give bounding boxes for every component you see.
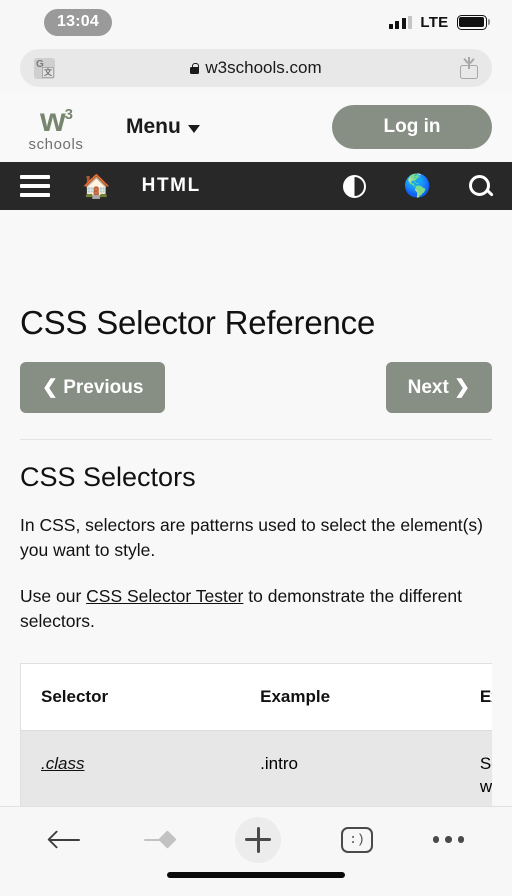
nav-right-group: 🌎 [342,174,492,198]
selector-link[interactable]: .class [41,754,84,773]
status-time: 13:04 [44,8,112,36]
table-head: Selector Example Example description [20,663,492,731]
status-bar: 13:04 LTE [0,0,512,44]
home-indicator [0,872,512,896]
cell-description: Selects all elements with class="intro" [479,754,492,797]
css-selector-tester-link[interactable]: CSS Selector Tester [86,586,243,606]
table-header-row: Selector Example Example description [20,663,492,731]
next-button[interactable]: Next ❯ [385,362,492,413]
menu-label: Menu [126,115,181,138]
page-title: CSS Selector Reference [20,304,376,341]
back-arrow-icon[interactable] [47,828,82,852]
battery-icon [456,14,490,30]
nav-left-group: 🏠 HTML [20,174,201,198]
tabs-button[interactable]: :) [340,826,373,853]
status-indicators: LTE [388,13,490,31]
main-content: CSS Selector Reference ❮ Previous Next ❯… [0,282,512,806]
logo-superscript: 3 [64,105,73,123]
paragraph-tester-before: Use our [20,585,87,606]
network-type-label: LTE [420,13,449,31]
new-tab-button[interactable] [235,816,282,863]
cell-selector: .class [21,731,241,806]
pager-buttons: ❮ Previous Next ❯ [20,362,492,413]
column-header-description: Example description [479,686,492,706]
forward-arrow-icon [142,828,177,852]
site-header: w3 schools Menu Log in [0,92,512,162]
column-header-selector: Selector [41,686,109,706]
paragraph-tester: Use our CSS Selector Tester to demonstra… [20,584,492,635]
globe-icon[interactable]: 🌎 [404,175,431,197]
share-icon[interactable] [460,57,478,79]
login-button[interactable]: Log in [332,105,492,149]
cell-example: .intro [260,754,298,774]
menu-button[interactable]: Menu [126,115,200,139]
web-page-content: w3 schools Menu Log in 🏠 HTML 🌎 CSS Sele… [0,92,512,806]
contrast-icon[interactable] [342,174,366,198]
column-header-example: Example [260,686,331,706]
logo-mark: w3 [39,100,73,138]
section-divider [20,439,492,440]
url-text: w3schools.com [205,58,322,77]
translate-icon-char: 文 [42,66,54,78]
url-display: w3schools.com [20,58,492,78]
browser-url-bar-container: G 文 w3schools.com [0,44,512,92]
next-label: Next [407,377,449,398]
paragraph-intro: In CSS, selectors are patterns used to s… [20,515,483,561]
logo-subtext: schools [28,135,84,153]
previous-button[interactable]: ❮ Previous [20,362,166,413]
more-menu-icon[interactable] [432,836,465,843]
w3schools-logo[interactable]: w3 schools [20,103,92,152]
lock-icon [190,62,200,74]
chevron-down-icon [187,124,200,133]
table-row: .class .intro Selects all elements with … [20,730,492,806]
ad-placeholder [0,210,512,282]
section-heading: CSS Selectors [20,462,196,492]
phone-screen: 13:04 LTE G 文 w3schools.com w3 schools M… [0,0,512,896]
nav-section-title[interactable]: HTML [142,175,201,197]
home-icon[interactable]: 🏠 [82,174,111,198]
table-body: .class .intro Selects all elements with … [20,730,492,806]
translate-icon[interactable]: G 文 [34,57,55,79]
browser-toolbar: :) [0,806,512,872]
site-nav-bar: 🏠 HTML 🌎 [0,162,512,210]
search-icon[interactable] [469,174,492,198]
signal-strength-icon [388,15,413,29]
selector-reference-table-wrapper[interactable]: Selector Example Example description .cl… [20,662,492,806]
previous-label: Previous [63,377,144,398]
hamburger-icon[interactable] [20,175,50,197]
url-bar[interactable]: G 文 w3schools.com [20,49,492,87]
selector-reference-table: Selector Example Example description .cl… [20,662,492,806]
